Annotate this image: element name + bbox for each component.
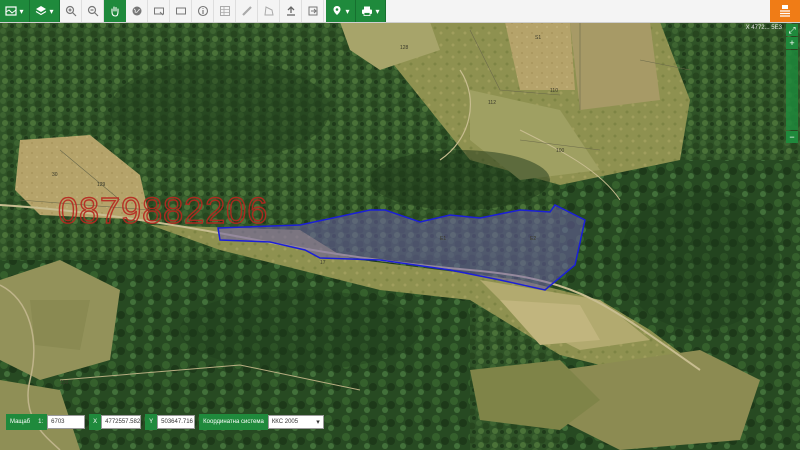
minus-icon: − — [789, 132, 795, 142]
menu-icon — [780, 5, 790, 17]
plot-label: E1 — [440, 236, 447, 242]
status-bar: Мащаб 1: 6703 X 4772557.582 Y 503647.716… — [6, 414, 324, 430]
plot-label: 17 — [320, 260, 326, 266]
upload-icon — [286, 6, 295, 16]
polygon-measure-button[interactable] — [258, 0, 280, 22]
crs-value: ККС 2005 — [271, 419, 299, 425]
y-coordinate-field[interactable]: 503647.716 — [157, 415, 196, 429]
layers-menu-button[interactable]: ▾ — [30, 0, 60, 22]
chevron-down-icon: ▾ — [316, 419, 320, 426]
ruler-icon — [241, 6, 252, 16]
print-menu-button[interactable]: ▾ — [356, 0, 386, 22]
chevron-down-icon: ▾ — [19, 6, 24, 16]
toolbar-spacer — [386, 0, 770, 22]
fullscreen-button[interactable]: ⤢ — [786, 24, 798, 36]
polygon-icon — [263, 6, 274, 16]
upload-button[interactable] — [280, 0, 302, 22]
printer-icon — [362, 6, 373, 16]
plot-label: 30 — [52, 172, 58, 178]
map-toolbar: ▾ ▾ ▾ ▾ — [0, 0, 800, 23]
export-button[interactable] — [302, 0, 324, 22]
rectangle-icon — [175, 7, 186, 15]
location-pin-icon — [333, 6, 341, 15]
zoom-slider-track[interactable] — [786, 50, 798, 130]
x-label: X — [89, 414, 102, 430]
zoom-out-button[interactable] — [82, 0, 104, 22]
chevron-down-icon: ▾ — [375, 6, 380, 16]
layers-icon — [36, 6, 47, 16]
plot-label: 100 — [556, 148, 565, 154]
globe-button[interactable] — [126, 0, 148, 22]
crs-select[interactable]: ККС 2005 ▾ — [267, 415, 324, 429]
coordinate-readout: X 4772... 5E3 — [745, 25, 782, 31]
plot-label: 129 — [97, 182, 106, 188]
scale-label: Мащаб — [6, 414, 35, 430]
globe-icon — [132, 6, 141, 16]
chevron-down-icon: ▾ — [49, 6, 54, 16]
select-rectangle-button[interactable] — [148, 0, 170, 22]
select-rectangle-icon — [153, 7, 164, 16]
expand-icon: ⤢ — [788, 24, 796, 35]
location-menu-button[interactable]: ▾ — [326, 0, 356, 22]
plot-label: 110 — [550, 88, 558, 94]
plot-label: S1 — [535, 35, 542, 41]
scale-prefix: 1: — [34, 414, 48, 430]
ruler-button[interactable] — [236, 0, 258, 22]
zoom-in-icon — [65, 5, 76, 17]
table-button[interactable] — [214, 0, 236, 22]
x-coordinate-field[interactable]: 4772557.582 — [101, 415, 142, 429]
zoom-out-side-button[interactable]: − — [786, 131, 798, 143]
zoom-in-side-button[interactable]: + — [786, 37, 798, 49]
table-icon — [219, 6, 230, 16]
crs-label: Координатна система — [199, 414, 268, 430]
plot-label: E2 — [530, 236, 537, 242]
export-icon — [308, 6, 317, 16]
chevron-down-icon: ▾ — [345, 6, 350, 16]
zoom-out-icon — [87, 5, 98, 17]
plus-icon: + — [789, 38, 795, 48]
phone-watermark: 0879882206 — [57, 189, 269, 231]
pan-button[interactable] — [104, 0, 126, 22]
plot-label: 112 — [488, 100, 496, 106]
zoom-in-button[interactable] — [60, 0, 82, 22]
plot-label: 128 — [400, 45, 409, 51]
rectangle-button[interactable] — [170, 0, 192, 22]
info-icon — [197, 5, 208, 17]
info-button[interactable] — [192, 0, 214, 22]
main-menu-button[interactable] — [770, 0, 800, 22]
hand-icon — [111, 6, 119, 17]
y-label: Y — [145, 414, 158, 430]
basemap-menu-button[interactable]: ▾ — [0, 0, 30, 22]
scale-input[interactable]: 6703 — [47, 415, 86, 429]
zoom-slider-control: ⤢ + − — [786, 24, 798, 144]
map-icon — [5, 6, 18, 16]
plot-label: 133 — [60, 380, 69, 386]
